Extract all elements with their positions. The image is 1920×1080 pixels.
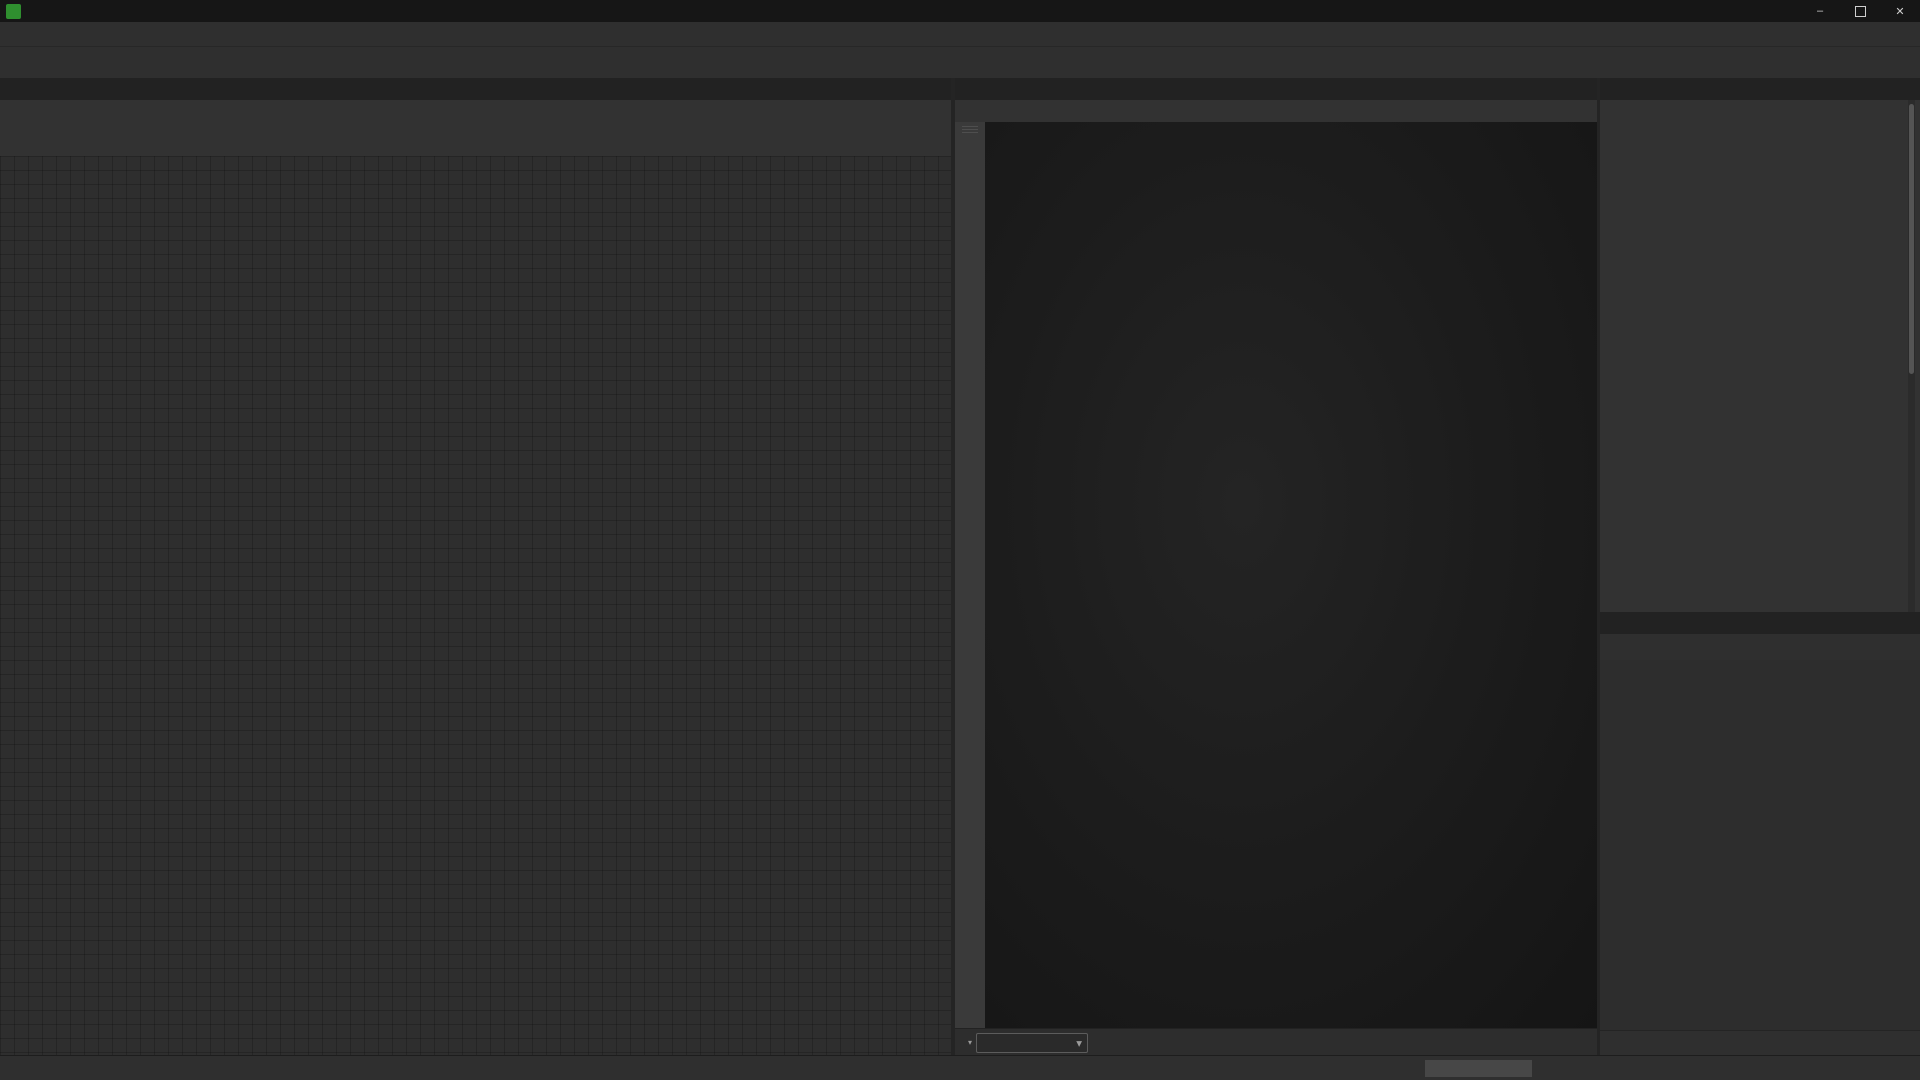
drag-handle[interactable]: [962, 126, 978, 133]
close-button[interactable]: ✕: [1880, 0, 1920, 22]
minimize-button[interactable]: –: [1800, 0, 1840, 22]
right-bottom-toolbar: [1600, 1030, 1920, 1056]
title-bar: – ✕: [0, 0, 1920, 22]
properties-content: [1600, 100, 1920, 612]
graph-wires: [0, 156, 951, 1055]
graph-toolbar-row1: [0, 100, 951, 129]
chevron-down-icon: ▾: [968, 1038, 973, 1047]
graph-panel-header: [0, 78, 951, 101]
window-controls: – ✕: [1800, 0, 1920, 22]
viewport-menu-bar: [955, 100, 1597, 123]
main-toolbar: [0, 47, 1920, 79]
explorer-panel-header: [1600, 612, 1920, 635]
viewport-side-toolbar: [955, 122, 986, 1028]
explorer-tree: [1600, 660, 1920, 1030]
viewport-bottom-bar: ▾ ▾: [955, 1028, 1597, 1056]
properties-panel-header: [1600, 78, 1920, 101]
graph-toolbar-row2: [0, 128, 951, 157]
status-progress-block: [1425, 1060, 1532, 1077]
node-graph-canvas[interactable]: [0, 156, 951, 1055]
3d-viewport[interactable]: [985, 122, 1597, 1028]
app-window: – ✕ ▾ ▾: [0, 0, 1920, 1080]
colorspace-dropdown[interactable]: ▾: [976, 1032, 1089, 1053]
rendered-plant: [985, 122, 1597, 1028]
app-logo-icon: [6, 3, 21, 19]
explorer-toolbar: [1600, 634, 1920, 661]
status-bar: [0, 1055, 1920, 1080]
properties-scrollbar[interactable]: [1908, 100, 1915, 612]
chevron-down-icon: ▾: [1076, 1037, 1083, 1050]
menu-bar: [0, 22, 1920, 47]
viewport-panel-header: [955, 78, 1597, 101]
maximize-button[interactable]: [1840, 0, 1880, 22]
